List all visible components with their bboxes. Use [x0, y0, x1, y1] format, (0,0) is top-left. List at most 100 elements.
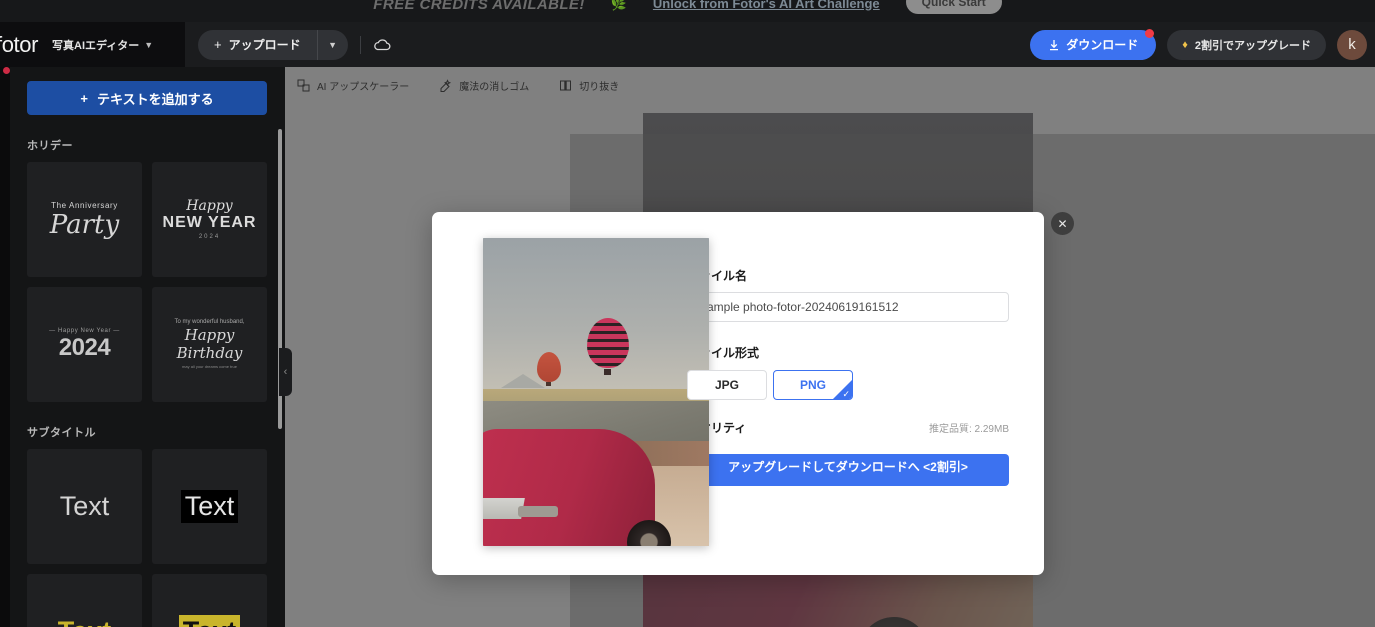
template-card-happy-birthday[interactable]: To my wonderful husband, Happy Birthday …: [152, 287, 267, 402]
crop-icon: [559, 79, 572, 92]
section-label-subtitle: サブタイトル: [27, 427, 96, 439]
preview-sky: [483, 238, 709, 392]
magic-eraser-icon: [439, 79, 452, 92]
format-options: JPG PNG ✓: [687, 370, 1009, 400]
upload-button[interactable]: + アップロード: [198, 29, 318, 60]
template-line-2: 2024: [58, 333, 111, 361]
format-option-jpg[interactable]: JPG: [687, 370, 767, 400]
rail-notification-dot: [3, 67, 10, 74]
sidebar-content: + テキストを追加する ホリデー The Anniversary Party H…: [10, 67, 285, 627]
upgrade-button[interactable]: ♦ 2割引でアップグレード: [1167, 29, 1326, 60]
modal-close-button[interactable]: ✕: [1051, 212, 1074, 235]
quality-row: クオリティ 推定品質: 2.29MB: [687, 419, 1009, 436]
template-line-3: may all your dreams come true: [182, 364, 237, 370]
editor-name-dropdown[interactable]: 写真AIエディター ▼: [52, 37, 153, 53]
template-preview: The Anniversary Party: [49, 200, 120, 240]
template-line-1: Text: [180, 490, 239, 523]
app-header: fotor 写真AIエディター ▼ + アップロード ▼ ダウンロード ♦ 2割…: [0, 22, 1375, 67]
template-card-happy-new-year[interactable]: Happy NEW YEAR 2024: [152, 162, 267, 277]
format-option-label: JPG: [714, 378, 739, 392]
header-logo-zone: fotor 写真AIエディター ▼: [0, 22, 185, 67]
promo-banner-text: FREE CREDITS AVAILABLE!: [373, 0, 585, 13]
promo-banner: FREE CREDITS AVAILABLE! 🌿 Unlock from Fo…: [0, 0, 1375, 22]
export-preview-image: [483, 238, 709, 546]
template-line-1: To my wonderful husband,: [174, 319, 245, 325]
format-label: ファイル形式: [687, 346, 760, 360]
template-line-3: 2024: [198, 233, 221, 240]
section-label-holiday: ホリデー: [27, 140, 73, 152]
template-grid-holiday: The Anniversary Party Happy NEW YEAR 202…: [27, 162, 285, 402]
template-card-new-year-2024[interactable]: — Happy New Year — 2024: [27, 287, 142, 402]
export-dialog: ファイル名 ファイル形式 JPG PNG ✓ クオリティ 推定品質: 2.29M…: [432, 212, 1044, 575]
leaf-icon: 🌿: [610, 0, 627, 11]
template-line-2: Happy Birthday: [176, 326, 243, 363]
preview-balloon-small: [537, 351, 562, 386]
template-line-1: Text: [178, 615, 241, 627]
template-preview: To my wonderful husband, Happy Birthday …: [152, 319, 267, 370]
header-actions: ダウンロード ♦ 2割引でアップグレード k: [1030, 28, 1375, 60]
template-line-1: Text: [59, 491, 110, 521]
template-grid-subtitle: Text Text Text Text: [27, 449, 285, 627]
chevron-down-icon: ▼: [144, 39, 154, 50]
template-card-anniversary-party[interactable]: The Anniversary Party: [27, 162, 142, 277]
tool-crop[interactable]: 切り抜き: [559, 78, 619, 93]
add-text-button[interactable]: + テキストを追加する: [27, 81, 267, 115]
download-icon: [1050, 39, 1059, 50]
app-root: FREE CREDITS AVAILABLE! 🌿 Unlock from Fo…: [0, 0, 1375, 627]
gem-icon: ♦: [1182, 38, 1188, 51]
editor-toolbar: AI アップスケーラー 魔法の消しゴム 切り抜き: [285, 67, 1375, 104]
upgrade-button-label: 2割引でアップグレード: [1194, 39, 1311, 52]
template-card-text-yellow[interactable]: Text: [27, 574, 142, 627]
template-line-1: The Anniversary: [51, 200, 118, 210]
download-button[interactable]: ダウンロード: [1030, 28, 1157, 60]
template-preview: — Happy New Year — 2024: [49, 328, 120, 362]
tool-label: 切り抜き: [579, 82, 620, 93]
notification-dot: [1145, 28, 1155, 38]
cloud-icon[interactable]: [373, 38, 391, 52]
template-card-text-plain[interactable]: Text: [27, 449, 142, 564]
export-form: ファイル名 ファイル形式 JPG PNG ✓ クオリティ 推定品質: 2.29M…: [658, 212, 1044, 575]
sidebar-rail: [0, 67, 10, 627]
upload-button-label: アップロード: [228, 37, 301, 52]
promo-banner-link[interactable]: Unlock from Fotor's AI Art Challenge: [653, 0, 880, 11]
chevron-left-icon: ‹: [283, 366, 288, 378]
check-icon: ✓: [842, 389, 850, 399]
template-card-text-yellow-boxed[interactable]: Text: [152, 574, 267, 627]
preview-seat: [517, 506, 559, 517]
preview-balloon-large: [586, 318, 629, 376]
quality-estimate: 推定品質: 2.29MB: [928, 424, 1009, 435]
download-button-label: ダウンロード: [1066, 38, 1139, 52]
ai-upscaler-icon: [297, 79, 310, 92]
upload-button-group: + アップロード ▼: [198, 29, 348, 60]
preview-car: [483, 428, 655, 546]
template-line-2: NEW YEAR: [162, 214, 257, 232]
add-text-button-label: テキストを追加する: [96, 91, 214, 107]
sidebar-collapse-handle[interactable]: ‹: [279, 348, 292, 396]
quick-start-button[interactable]: Quick Start: [905, 0, 1002, 14]
format-option-label: PNG: [799, 378, 826, 392]
fotor-logo[interactable]: fotor: [0, 32, 38, 58]
template-card-text-boxed[interactable]: Text: [152, 449, 267, 564]
form-spacer: [687, 322, 1009, 331]
format-option-png[interactable]: PNG ✓: [773, 370, 853, 400]
avatar[interactable]: k: [1337, 29, 1367, 60]
export-preview-wrap: [432, 212, 709, 575]
tool-ai-upscaler[interactable]: AI アップスケーラー: [297, 78, 409, 93]
close-icon: ✕: [1057, 216, 1068, 231]
template-preview: Happy NEW YEAR 2024: [162, 197, 257, 241]
editor-name-label: 写真AIエディター: [52, 39, 140, 52]
template-line-2: Party: [49, 209, 120, 240]
upgrade-and-download-button[interactable]: アップグレードしてダウンロードへ <2割引>: [687, 454, 1009, 486]
filename-input[interactable]: [687, 292, 1009, 322]
tool-label: AI アップスケーラー: [317, 82, 410, 93]
template-line-1: — Happy New Year —: [49, 327, 120, 334]
header-divider: [359, 35, 361, 54]
upload-dropdown-caret[interactable]: ▼: [318, 30, 348, 60]
tool-label: 魔法の消しゴム: [459, 82, 530, 93]
template-line-1: Text: [58, 616, 112, 627]
plus-icon: +: [214, 36, 222, 52]
tool-magic-eraser[interactable]: 魔法の消しゴム: [439, 78, 529, 93]
template-line-1: Happy: [186, 197, 233, 214]
filename-label: ファイル名: [687, 269, 748, 283]
left-sidebar: + テキストを追加する ホリデー The Anniversary Party H…: [0, 67, 285, 627]
